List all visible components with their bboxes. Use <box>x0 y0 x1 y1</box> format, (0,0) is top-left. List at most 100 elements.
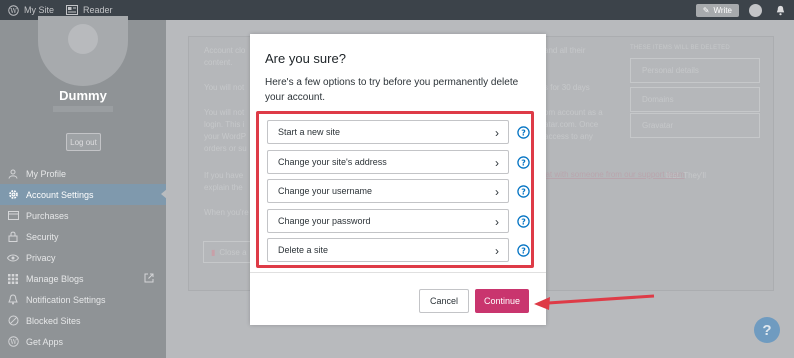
profile-avatar <box>38 16 128 86</box>
option-change-password[interactable]: Change your password › <box>267 209 509 233</box>
sidebar-item-privacy[interactable]: Privacy <box>0 247 166 268</box>
sidebar-item-security[interactable]: Security <box>0 226 166 247</box>
background-text-line: If you have <box>204 171 244 180</box>
background-text-line: and all their <box>544 46 586 55</box>
write-label: Write <box>713 5 732 15</box>
sidebar-item-manage-blogs[interactable]: Manage Blogs <box>0 268 166 289</box>
background-text-line: s for 30 days <box>544 83 590 92</box>
chevron-right-icon: › <box>495 244 499 258</box>
question-mark-icon: ? <box>762 321 772 339</box>
option-delete-site[interactable]: Delete a site › <box>267 238 509 262</box>
background-text-line: You will not <box>204 83 245 92</box>
deleted-item-personal-details: Personal details <box>630 58 760 83</box>
deleted-item-domains: Domains <box>630 87 760 112</box>
wordpress-icon: W <box>7 336 19 348</box>
option-start-new-site[interactable]: Start a new site › <box>267 120 509 144</box>
option-label: Change your password <box>278 216 371 226</box>
chevron-right-icon: › <box>495 185 499 199</box>
sidebar-item-label: Get Apps <box>26 336 64 347</box>
reader-icon <box>66 5 79 15</box>
chevron-right-icon: › <box>495 215 499 229</box>
profile-name: Dummy <box>59 88 107 103</box>
bell-icon <box>7 294 19 306</box>
help-icon[interactable]: ? <box>517 244 530 257</box>
external-link-icon <box>144 273 154 283</box>
background-text-line: Account clo <box>204 46 246 55</box>
profile-subtitle <box>53 106 113 112</box>
background-text-line: your WordP <box>204 132 247 141</box>
svg-text:?: ? <box>521 187 526 196</box>
logout-button[interactable]: Log out <box>66 133 101 151</box>
sidebar-item-label: My Profile <box>26 168 67 179</box>
help-icon[interactable]: ? <box>517 215 530 228</box>
svg-text:?: ? <box>521 246 526 255</box>
cancel-button[interactable]: Cancel <box>419 289 469 313</box>
dialog-description: Here's a few options to try before you p… <box>265 77 519 103</box>
chevron-right-icon: › <box>495 126 499 140</box>
sidebar-item-account-settings[interactable]: Account Settings <box>0 184 167 205</box>
dialog-title: Are you sure? <box>265 51 346 66</box>
background-text-line: explain the <box>204 183 243 192</box>
option-change-site-address[interactable]: Change your site's address › <box>267 150 509 174</box>
option-label: Change your username <box>278 186 373 196</box>
my-site-link[interactable]: W My Site <box>8 4 55 16</box>
svg-text:?: ? <box>521 128 526 137</box>
background-text-line: atar.com. Once <box>544 120 599 129</box>
background-text-line: When you're <box>204 208 249 217</box>
highlight-frame: Start a new site › Change your site's ad… <box>256 111 534 268</box>
sidebar-item-blocked-sites[interactable]: Blocked Sites <box>0 310 166 331</box>
wordpress-icon: W <box>8 4 19 16</box>
gear-icon <box>7 189 19 201</box>
eye-icon <box>7 252 19 264</box>
help-icon[interactable]: ? <box>517 185 530 198</box>
sidebar: Dummy Log out My Profile Account Setting… <box>0 16 167 358</box>
svg-text:?: ? <box>521 217 526 226</box>
sidebar-item-label: Purchases <box>26 210 69 221</box>
notifications-icon[interactable] <box>775 5 786 16</box>
help-button[interactable]: ? <box>754 317 780 343</box>
block-icon <box>7 315 19 327</box>
sidebar-item-label: Privacy <box>26 252 56 263</box>
continue-button[interactable]: Continue <box>475 289 529 313</box>
background-text-line: You will not <box>204 108 245 117</box>
background-text-line: content. <box>204 58 233 67</box>
sidebar-item-my-profile[interactable]: My Profile <box>0 163 166 184</box>
help-icon[interactable]: ? <box>517 126 530 139</box>
grid-icon <box>7 273 19 285</box>
lock-icon <box>7 231 19 243</box>
sidebar-item-label: Security <box>26 231 59 242</box>
credit-card-icon <box>7 210 19 222</box>
help-icon[interactable]: ? <box>517 156 530 169</box>
option-label: Change your site's address <box>278 157 387 167</box>
person-icon <box>7 168 19 180</box>
svg-text:W: W <box>10 338 17 346</box>
reader-label: Reader <box>83 5 113 15</box>
close-account-button[interactable]: ▮ Close a <box>203 241 253 263</box>
my-site-label: My Site <box>24 5 55 15</box>
background-text-line: access to any <box>544 132 593 141</box>
svg-text:W: W <box>10 6 17 14</box>
chevron-right-icon: › <box>495 156 499 170</box>
write-button[interactable]: ✎ Write <box>695 3 739 17</box>
pencil-icon: ✎ <box>702 5 710 15</box>
trash-icon: ▮ <box>211 247 216 257</box>
background-text-line: login. This i <box>204 120 245 129</box>
sidebar-item-purchases[interactable]: Purchases <box>0 205 166 226</box>
background-text-line: orders or su <box>204 144 247 153</box>
option-change-username[interactable]: Change your username › <box>267 179 509 203</box>
sidebar-item-label: Account Settings <box>26 189 94 200</box>
sidebar-item-label: Manage Blogs <box>26 273 84 284</box>
deleted-item-gravatar: Gravatar <box>630 113 760 138</box>
user-avatar[interactable] <box>749 3 762 17</box>
sidebar-item-notification-settings[interactable]: Notification Settings <box>0 289 166 310</box>
background-text-line: om account as a <box>544 108 603 117</box>
sidebar-item-label: Notification Settings <box>26 294 106 305</box>
support-link[interactable]: chat with someone from our support team <box>537 170 685 179</box>
option-label: Delete a site <box>278 245 329 255</box>
sidebar-item-get-apps[interactable]: W Get Apps <box>0 331 166 352</box>
svg-text:?: ? <box>521 158 526 167</box>
annotation-arrow <box>534 294 655 310</box>
reader-link[interactable]: Reader <box>66 5 113 15</box>
deleted-items-header: THESE ITEMS WILL BE DELETED <box>630 45 730 51</box>
sidebar-nav: My Profile Account Settings Purchases Se… <box>0 163 167 352</box>
